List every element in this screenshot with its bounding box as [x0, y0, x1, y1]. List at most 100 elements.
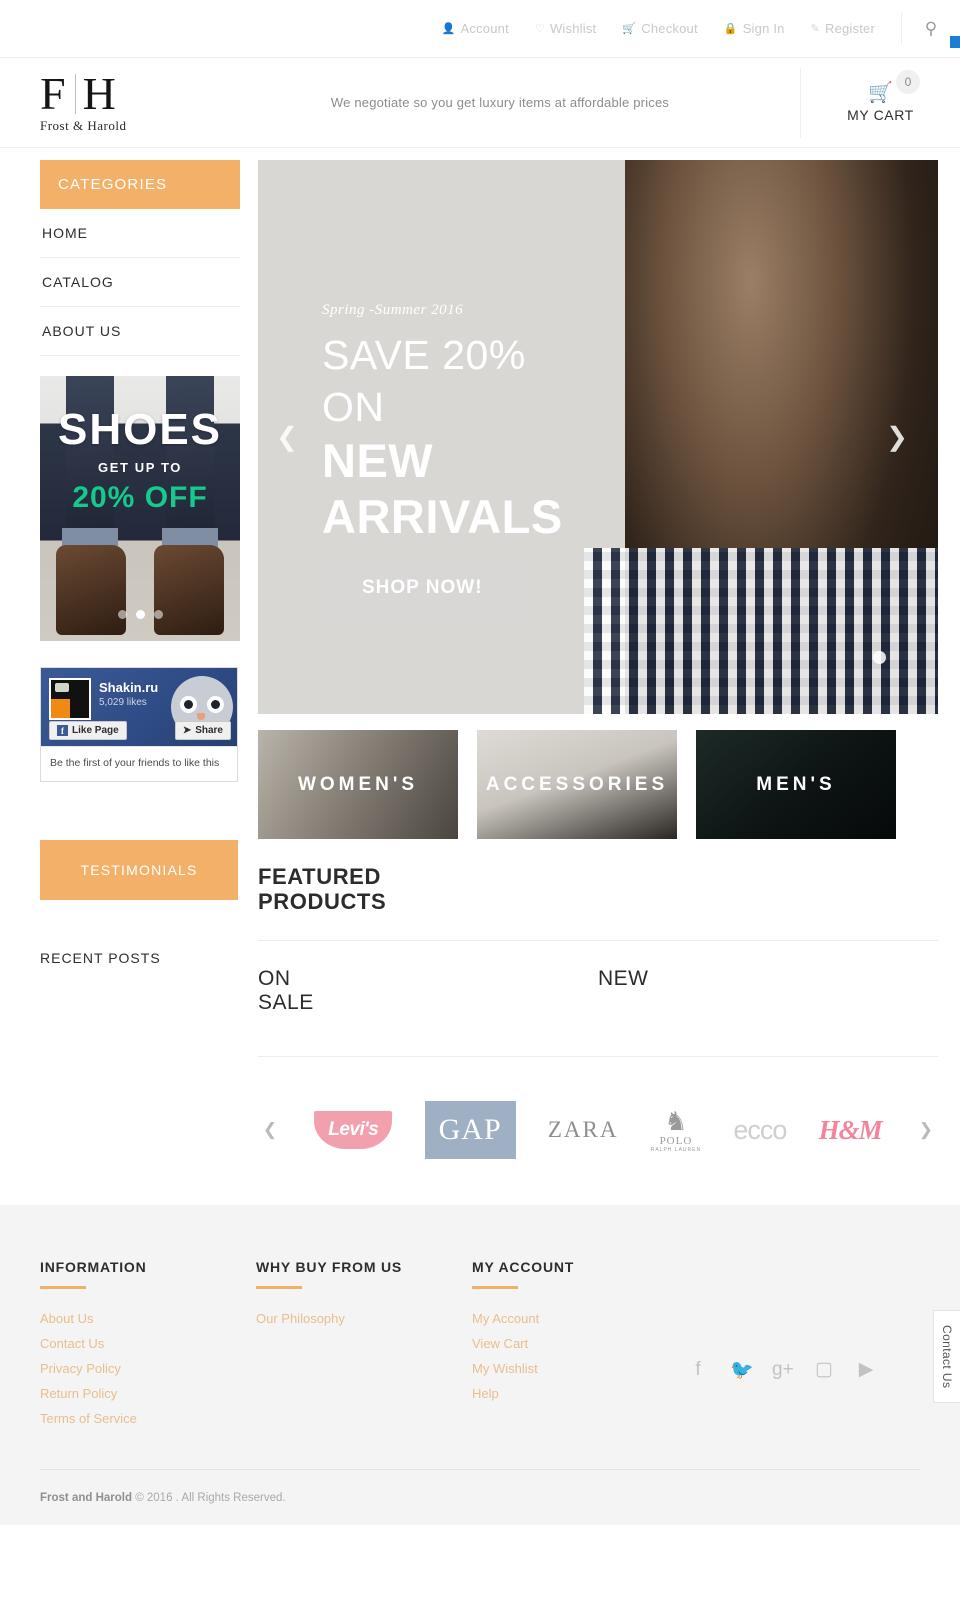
- product-sections: ON SALE NEW: [258, 967, 938, 1058]
- footer-link-contact-us[interactable]: Contact Us: [40, 1336, 256, 1351]
- carousel-dot[interactable]: [117, 610, 127, 619]
- cart-widget[interactable]: 0 🛒 MY CART: [800, 67, 960, 138]
- instagram-icon[interactable]: ▢: [814, 1358, 834, 1381]
- search-icon[interactable]: ⚲: [902, 0, 960, 57]
- brand-logo-zara[interactable]: ZARA: [548, 1099, 619, 1161]
- on-sale-line-1: ON: [258, 967, 291, 991]
- footer-link-our-philosophy[interactable]: Our Philosophy: [256, 1311, 472, 1326]
- top-bar: 👤 Account ♡ Wishlist 🛒 Checkout 🔒 Sign I…: [0, 0, 960, 58]
- topnav-item-account[interactable]: 👤 Account: [442, 21, 509, 36]
- sidebar: CATEGORIES HOME CATALOG ABOUT US SHOES G…: [0, 160, 240, 1205]
- categories-header: CATEGORIES: [40, 160, 240, 209]
- cart-count-badge: 0: [896, 69, 920, 94]
- hero-headline-line4: ARRIVALS: [322, 489, 563, 543]
- sidebar-item-catalog[interactable]: CATALOG: [40, 258, 240, 307]
- shoes-subtitle: GET UP TO: [98, 460, 182, 475]
- category-list: HOME CATALOG ABOUT US: [40, 209, 240, 356]
- footer-link-my-account[interactable]: My Account: [472, 1311, 688, 1326]
- logo-mark: F H: [40, 67, 240, 119]
- on-sale-column: ON SALE: [258, 967, 598, 1014]
- category-tile-label: ACCESSORIES: [485, 773, 669, 795]
- facebook-page-avatar: [49, 678, 91, 720]
- topnav-item-sign-in[interactable]: 🔒 Sign In: [724, 21, 785, 36]
- brand-label: POLO: [659, 1134, 693, 1147]
- brand-logo-hm[interactable]: H&M: [818, 1099, 883, 1161]
- brand-logo-ecco[interactable]: ecco: [733, 1099, 787, 1161]
- topnav-label: Sign In: [742, 21, 785, 36]
- footer-link-help[interactable]: Help: [472, 1386, 688, 1401]
- share-icon: ➤: [182, 725, 192, 736]
- chevron-right-icon[interactable]: ❯: [884, 422, 910, 453]
- brand-logo-levis[interactable]: Levi's: [314, 1099, 393, 1161]
- brand-label: ZARA: [547, 1117, 619, 1143]
- category-tile-womens[interactable]: WOMEN'S: [258, 730, 458, 839]
- contact-us-side-tab[interactable]: Contact Us: [933, 1310, 960, 1404]
- facebook-icon: f: [57, 725, 68, 736]
- footer-link-privacy-policy[interactable]: Privacy Policy: [40, 1361, 256, 1376]
- topnav-label: Register: [824, 21, 875, 36]
- footer-link-my-wishlist[interactable]: My Wishlist: [472, 1361, 688, 1376]
- topnav-item-register[interactable]: ✎ Register: [811, 21, 875, 36]
- footer-accent-rule: [256, 1286, 302, 1290]
- footer-link-view-cart[interactable]: View Cart: [472, 1336, 688, 1351]
- pencil-icon: ✎: [810, 23, 820, 35]
- facebook-share-button[interactable]: ➤ Share: [174, 721, 231, 740]
- shoes-promo-banner[interactable]: SHOES GET UP TO 20% OFF: [40, 376, 240, 641]
- twitter-icon[interactable]: 🐦: [730, 1358, 754, 1382]
- carousel-dot[interactable]: [153, 610, 163, 619]
- logo-letter-f: F: [40, 67, 68, 119]
- main-content: Spring -Summer 2016 SAVE 20% ON NEW ARRI…: [240, 160, 960, 1205]
- sidebar-item-about-us[interactable]: ABOUT US: [40, 307, 240, 356]
- boot-right: [154, 545, 224, 635]
- brand-logo-polo[interactable]: ♞ POLO RALPH LAUREN: [651, 1099, 701, 1161]
- google-plus-icon[interactable]: g+: [772, 1359, 794, 1381]
- site-header: F H Frost & Harold We negotiate so you g…: [0, 58, 960, 148]
- on-sale-heading: ON SALE: [258, 967, 598, 1014]
- footer-link-about-us[interactable]: About Us: [40, 1311, 256, 1326]
- hero-banner: Spring -Summer 2016 SAVE 20% ON NEW ARRI…: [258, 160, 938, 714]
- new-column: NEW: [598, 967, 938, 1014]
- cart-label: MY CART: [847, 106, 914, 123]
- footer-link-return-policy[interactable]: Return Policy: [40, 1386, 256, 1401]
- facebook-icon[interactable]: f: [688, 1359, 708, 1381]
- category-tile-mens[interactable]: MEN'S: [696, 730, 896, 839]
- copyright-text: Frost and Harold © 2016 . All Rights Res…: [40, 1492, 286, 1504]
- footer-link-terms-of-service[interactable]: Terms of Service: [40, 1411, 256, 1426]
- brand-label: GAP: [424, 1101, 516, 1160]
- testimonials-header[interactable]: TESTIMONIALS: [40, 840, 238, 900]
- brands-next-icon[interactable]: ❯: [914, 1120, 938, 1140]
- facebook-page-name: Shakin.ru: [99, 680, 159, 695]
- category-tile-accessories[interactable]: ACCESSORIES: [477, 730, 677, 839]
- topnav-item-checkout[interactable]: 🛒 Checkout: [622, 21, 697, 36]
- logo-letter-h: H: [82, 67, 118, 119]
- topnav-label: Wishlist: [549, 21, 597, 36]
- facebook-share-label: Share: [195, 725, 223, 736]
- header-tagline: We negotiate so you get luxury items at …: [330, 95, 670, 110]
- footer-column-information: INFORMATION About Us Contact Us Privacy …: [40, 1259, 256, 1436]
- carousel-dots: [40, 610, 240, 619]
- facebook-actions: f Like Page ➤ Share: [49, 721, 231, 740]
- facebook-like-count: 5,029 likes: [99, 697, 147, 708]
- heart-icon: ♡: [534, 23, 545, 35]
- footer-column-title: INFORMATION: [40, 1259, 147, 1276]
- sidebar-item-home[interactable]: HOME: [40, 209, 240, 258]
- brands-prev-icon[interactable]: ❮: [258, 1120, 282, 1140]
- facebook-like-button[interactable]: f Like Page: [49, 721, 127, 740]
- hero-headline-line2: ON: [322, 384, 385, 431]
- brand-logo-gap[interactable]: GAP: [424, 1099, 516, 1161]
- hero-carousel-dot[interactable]: [873, 651, 886, 664]
- youtube-icon[interactable]: ▶: [856, 1358, 876, 1381]
- carousel-dot-active[interactable]: [135, 610, 145, 619]
- topnav-label: Checkout: [641, 21, 698, 36]
- on-sale-line-2: SALE: [258, 990, 314, 1014]
- copyright-rest: © 2016 . All Rights Reserved.: [132, 1491, 286, 1504]
- chevron-left-icon[interactable]: ❮: [274, 422, 300, 453]
- topnav-item-wishlist[interactable]: ♡ Wishlist: [535, 21, 596, 36]
- brand-label: H&M: [818, 1114, 883, 1145]
- brand-carousel: ❮ Levi's GAP ZARA ♞ POLO RALPH LAUREN ec…: [258, 1099, 938, 1205]
- shop-now-button[interactable]: SHOP NOW!: [322, 558, 523, 618]
- site-logo[interactable]: F H Frost & Harold: [0, 67, 240, 134]
- shoes-promo-text: SHOES GET UP TO 20% OFF: [40, 408, 240, 515]
- topnav-label: Account: [460, 21, 509, 36]
- brand-label: ecco: [733, 1114, 787, 1145]
